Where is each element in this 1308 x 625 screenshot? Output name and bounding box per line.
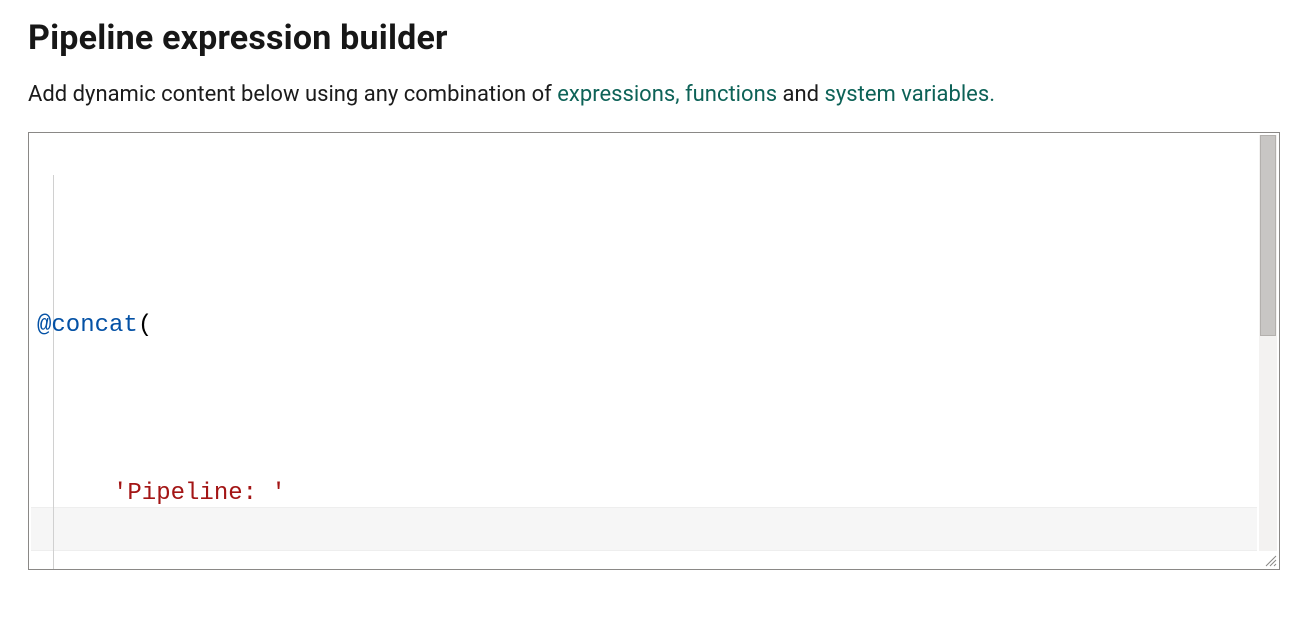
- code-line-1[interactable]: @concat(: [37, 305, 1271, 347]
- token-string: 'Pipeline: ': [113, 480, 286, 507]
- token-function-concat: @concat: [37, 312, 138, 339]
- editor-scrollbar[interactable]: [1259, 135, 1277, 551]
- link-expressions[interactable]: expressions,: [557, 82, 679, 107]
- subtitle-text-pre: Add dynamic content below using any comb…: [28, 82, 557, 107]
- link-functions[interactable]: functions: [685, 82, 777, 107]
- code-line-2[interactable]: 'Pipeline: ': [37, 473, 1271, 515]
- code-area[interactable]: @concat( 'Pipeline: ' , , '<br>' , 'Work…: [29, 133, 1279, 569]
- expression-editor[interactable]: @concat( 'Pipeline: ' , , '<br>' , 'Work…: [28, 132, 1280, 570]
- subtitle-sep2: and: [777, 82, 824, 107]
- token-open-paren: (: [138, 312, 152, 339]
- editor-scrollbar-thumb[interactable]: [1260, 135, 1276, 337]
- subtitle: Add dynamic content below using any comb…: [28, 80, 1280, 110]
- editor-resize-handle-icon[interactable]: [1263, 553, 1277, 567]
- page-title: Pipeline expression builder: [28, 18, 1280, 58]
- link-system-variables[interactable]: system variables.: [825, 82, 996, 107]
